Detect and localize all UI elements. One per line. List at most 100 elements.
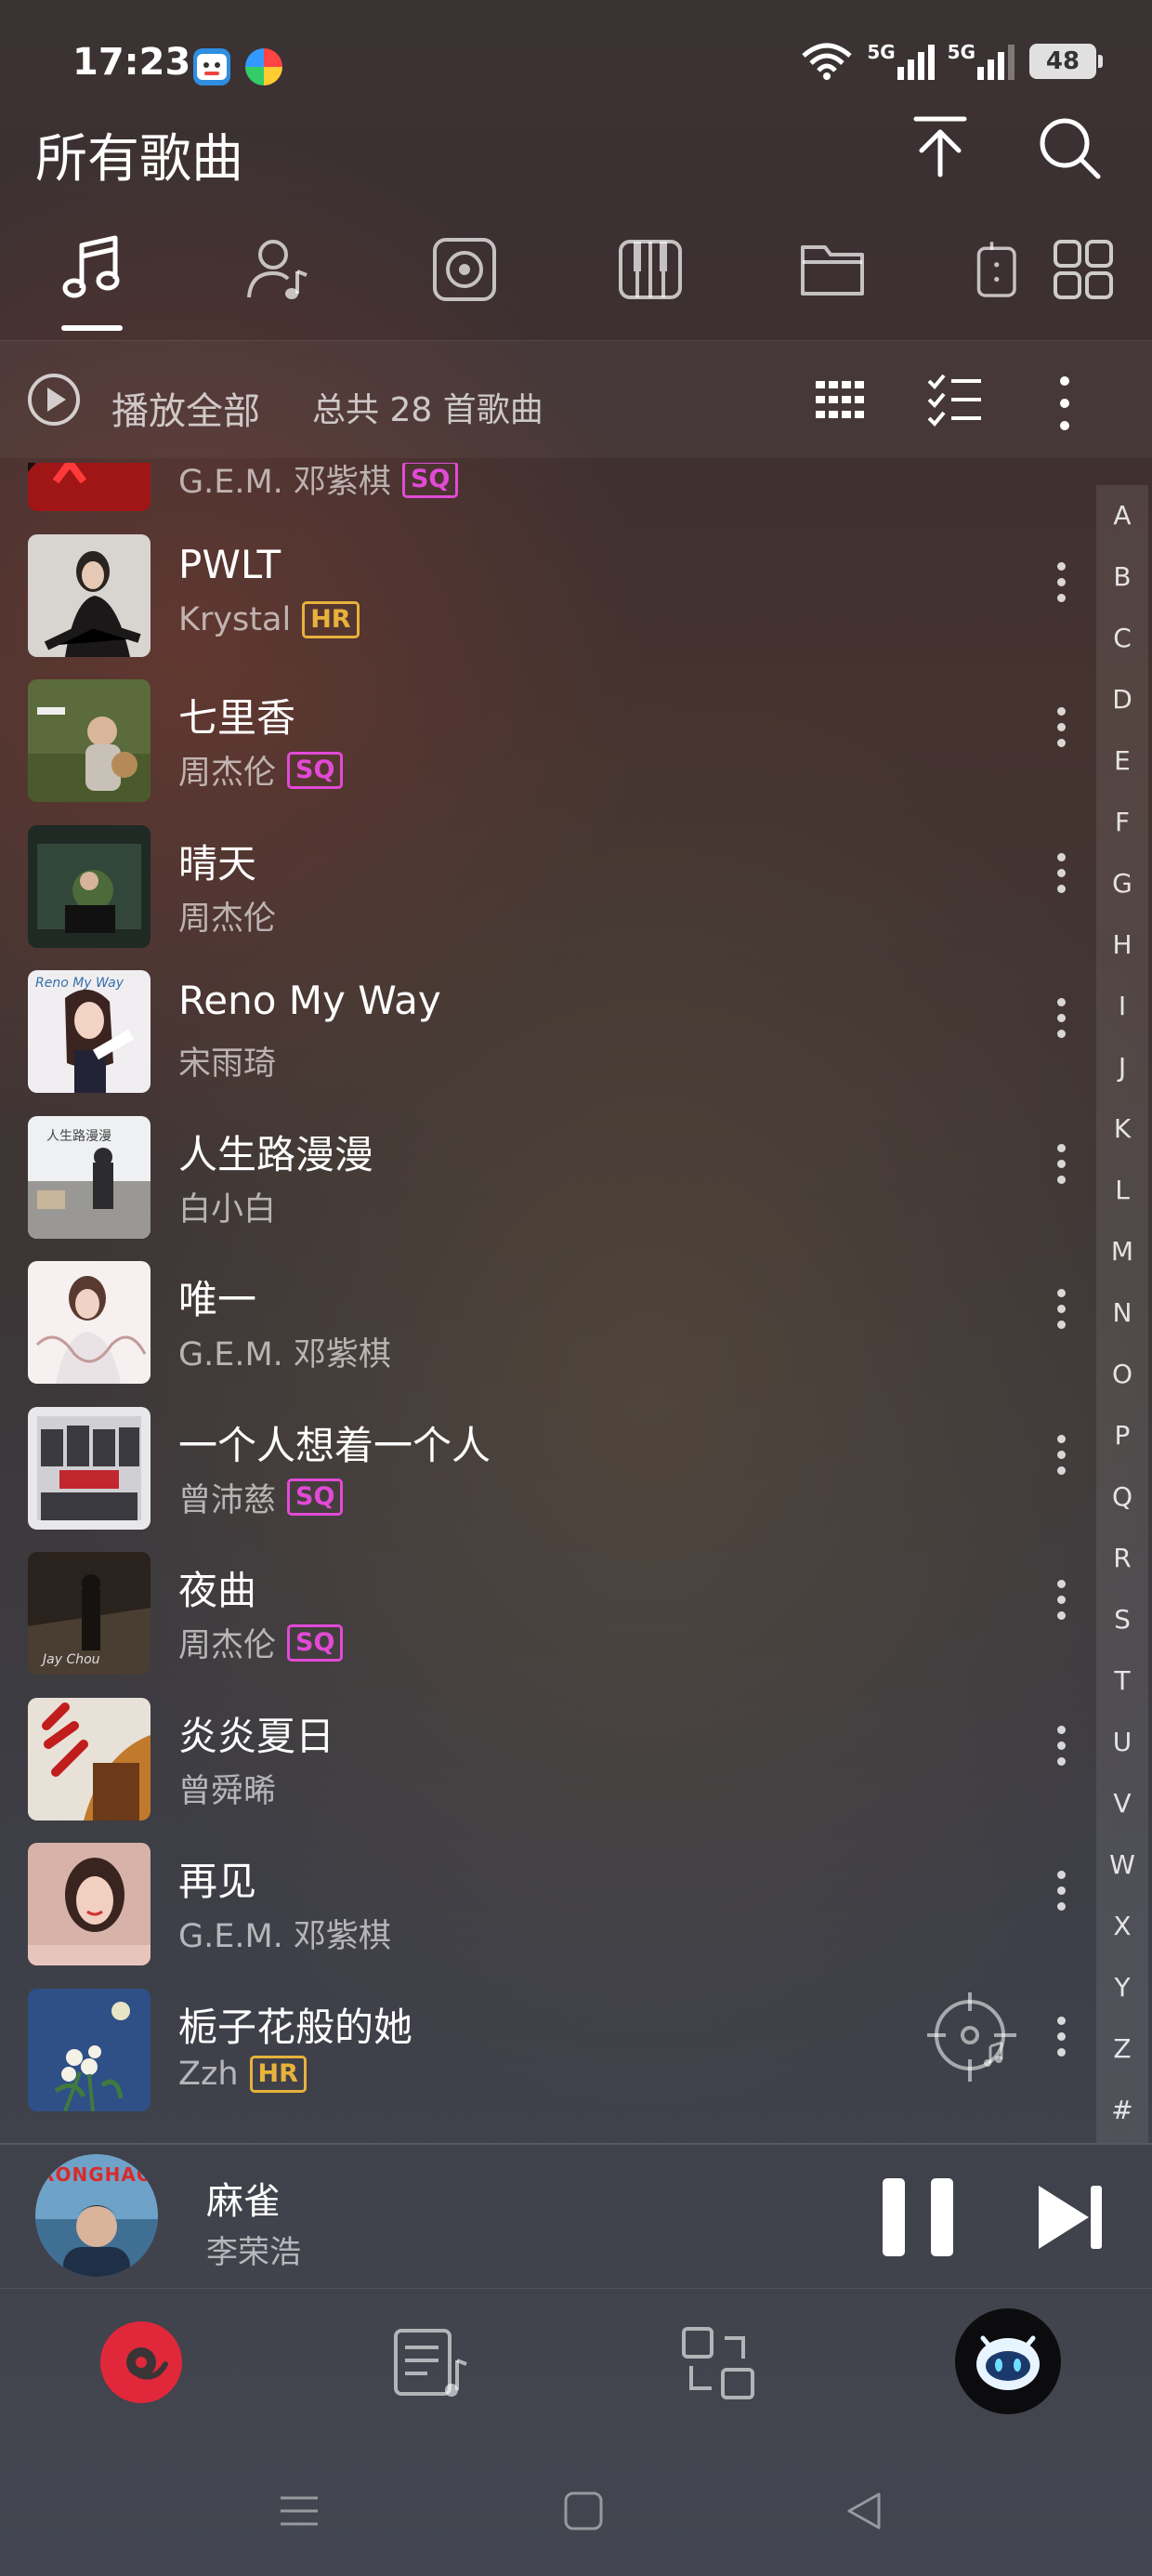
song-subtitle: Krystal HR <box>178 600 360 638</box>
tab-partial-device[interactable] <box>962 214 1028 325</box>
upload-top-icon[interactable] <box>903 110 977 184</box>
mini-player[interactable] <box>0 2143 1152 2290</box>
alphabet-letter[interactable]: Q <box>1096 1466 1148 1528</box>
locate-current-song-button[interactable] <box>923 1989 1020 2085</box>
back-button[interactable] <box>844 2491 884 2531</box>
alphabet-letter[interactable]: D <box>1096 669 1148 730</box>
song-title: 晴天 <box>178 840 257 887</box>
nav-playlists[interactable] <box>390 2323 470 2403</box>
app-notification-icon <box>193 48 230 85</box>
song-more-icon[interactable] <box>1052 1718 1070 1785</box>
album-cover <box>28 533 151 657</box>
song-row[interactable]: Jay Chou 夜曲 周杰伦 SQ <box>0 1535 1096 1680</box>
alphabet-index[interactable]: A B C D E F G H I J K L M N O P Q R S T U V W X Y Z # <box>1096 485 1148 2143</box>
locate-crosshair-icon <box>927 1992 1016 2082</box>
alphabet-letter[interactable]: # <box>1096 2080 1148 2141</box>
now-playing-title[interactable]: 麻雀 <box>206 2171 281 2225</box>
song-more-icon[interactable] <box>1052 1863 1070 1930</box>
more-options-button[interactable] <box>1054 372 1076 437</box>
alphabet-letter[interactable]: T <box>1096 1650 1148 1712</box>
search-icon[interactable] <box>1031 110 1106 184</box>
alphabet-letter[interactable]: F <box>1096 792 1148 853</box>
alphabet-letter[interactable]: N <box>1096 1282 1148 1344</box>
alphabet-letter[interactable]: A <box>1096 485 1148 546</box>
song-row[interactable]: 晴天 周杰伦 <box>0 808 1096 953</box>
song-row[interactable]: 再见 G.E.M. 邓紫棋 <box>0 1826 1096 1971</box>
alphabet-letter[interactable]: C <box>1096 608 1148 669</box>
page-title: 所有歌曲 <box>35 129 243 190</box>
song-subtitle: 曾舜晞 <box>178 1765 276 1812</box>
song-row[interactable]: 人生路漫漫 人生路漫漫 白小白 <box>0 1099 1096 1244</box>
alphabet-letter[interactable]: I <box>1096 976 1148 1037</box>
quality-badge: SQ <box>287 1479 344 1516</box>
alphabet-letter[interactable]: V <box>1096 1773 1148 1834</box>
play-all-button[interactable] <box>26 372 82 427</box>
status-time: 17:23 <box>72 41 191 84</box>
alphabet-letter[interactable]: P <box>1096 1405 1148 1466</box>
next-track-button[interactable] <box>1037 2184 1106 2251</box>
alphabet-letter[interactable]: S <box>1096 1589 1148 1650</box>
svg-text:人生路漫漫: 人生路漫漫 <box>46 1129 111 1144</box>
song-more-icon[interactable] <box>1052 1427 1070 1494</box>
nav-assistant[interactable] <box>955 2308 1061 2414</box>
song-more-icon[interactable] <box>1052 463 1070 476</box>
battery-level: 48 <box>1045 47 1080 75</box>
switch-screens-icon <box>682 2327 754 2399</box>
tab-genres[interactable] <box>595 214 706 325</box>
recent-apps-button[interactable] <box>279 2491 320 2531</box>
song-row[interactable]: 七里香 周杰伦 SQ <box>0 663 1096 808</box>
tab-more-categories[interactable] <box>1028 214 1139 325</box>
album-cover <box>28 1843 151 1965</box>
alphabet-letter[interactable]: Z <box>1096 2018 1148 2080</box>
alphabet-letter[interactable]: E <box>1096 730 1148 792</box>
alphabet-letter[interactable]: U <box>1096 1712 1148 1773</box>
song-artist: G.E.M. 邓紫棋 <box>178 464 391 501</box>
song-subtitle: 曾沛慈 SQ <box>178 1474 344 1521</box>
song-more-icon[interactable] <box>1052 555 1070 622</box>
alphabet-letter[interactable]: K <box>1096 1098 1148 1160</box>
alphabet-letter[interactable]: B <box>1096 546 1148 608</box>
alphabet-letter[interactable]: H <box>1096 914 1148 976</box>
alphabet-letter[interactable]: Y <box>1096 1957 1148 2018</box>
alphabet-letter[interactable]: X <box>1096 1896 1148 1957</box>
status-bar: 17:23 5G 5G 48 <box>0 0 1152 130</box>
alphabet-letter[interactable]: L <box>1096 1160 1148 1221</box>
song-more-icon[interactable] <box>1052 1572 1070 1639</box>
song-row[interactable]: PWLT Krystal HR <box>0 518 1096 663</box>
skip-next-icon <box>1039 2186 1102 2249</box>
song-more-icon[interactable] <box>1052 1281 1070 1348</box>
song-row[interactable]: G.E.M. 邓紫棋 SQ <box>0 463 1096 517</box>
alphabet-letter[interactable]: J <box>1096 1037 1148 1098</box>
song-row[interactable]: 炎炎夏日 曾舜晞 <box>0 1681 1096 1826</box>
tab-albums[interactable] <box>409 214 520 325</box>
song-more-icon[interactable] <box>1052 846 1070 913</box>
tab-folders[interactable] <box>777 214 888 325</box>
alphabet-letter[interactable]: M <box>1096 1221 1148 1282</box>
song-row[interactable]: Reno My Way Reno My Way 宋雨琦 <box>0 953 1096 1098</box>
song-row[interactable]: 一个人想着一个人 曾沛慈 SQ <box>0 1390 1096 1535</box>
home-square-icon <box>564 2491 603 2530</box>
alphabet-letter[interactable]: R <box>1096 1528 1148 1589</box>
play-all-label[interactable]: 播放全部 <box>111 381 260 435</box>
song-title: 七里香 <box>178 695 296 741</box>
multi-select-button[interactable] <box>925 370 985 429</box>
alphabet-letter[interactable]: W <box>1096 1834 1148 1896</box>
grid-view-button[interactable] <box>810 372 866 427</box>
nav-discover[interactable] <box>678 2323 758 2403</box>
svg-text:Jay Chou: Jay Chou <box>40 1652 100 1667</box>
song-more-icon[interactable] <box>1052 1137 1070 1203</box>
song-row[interactable]: 唯一 G.E.M. 邓紫棋 <box>0 1244 1096 1389</box>
song-more-icon[interactable] <box>1052 2009 1070 2076</box>
nav-my-music[interactable] <box>98 2320 184 2405</box>
now-playing-cover[interactable]: RONGHAO <box>35 2154 158 2277</box>
tab-artists[interactable] <box>223 214 334 325</box>
home-button[interactable] <box>563 2491 604 2531</box>
song-more-icon[interactable] <box>1052 700 1070 767</box>
song-title: 再见 <box>178 1859 257 1904</box>
pause-button[interactable] <box>883 2178 959 2256</box>
tab-songs[interactable] <box>37 214 149 325</box>
pause-icon <box>883 2178 953 2256</box>
alphabet-letter[interactable]: G <box>1096 853 1148 914</box>
alphabet-letter[interactable]: O <box>1096 1344 1148 1405</box>
song-more-icon[interactable] <box>1052 991 1070 1058</box>
